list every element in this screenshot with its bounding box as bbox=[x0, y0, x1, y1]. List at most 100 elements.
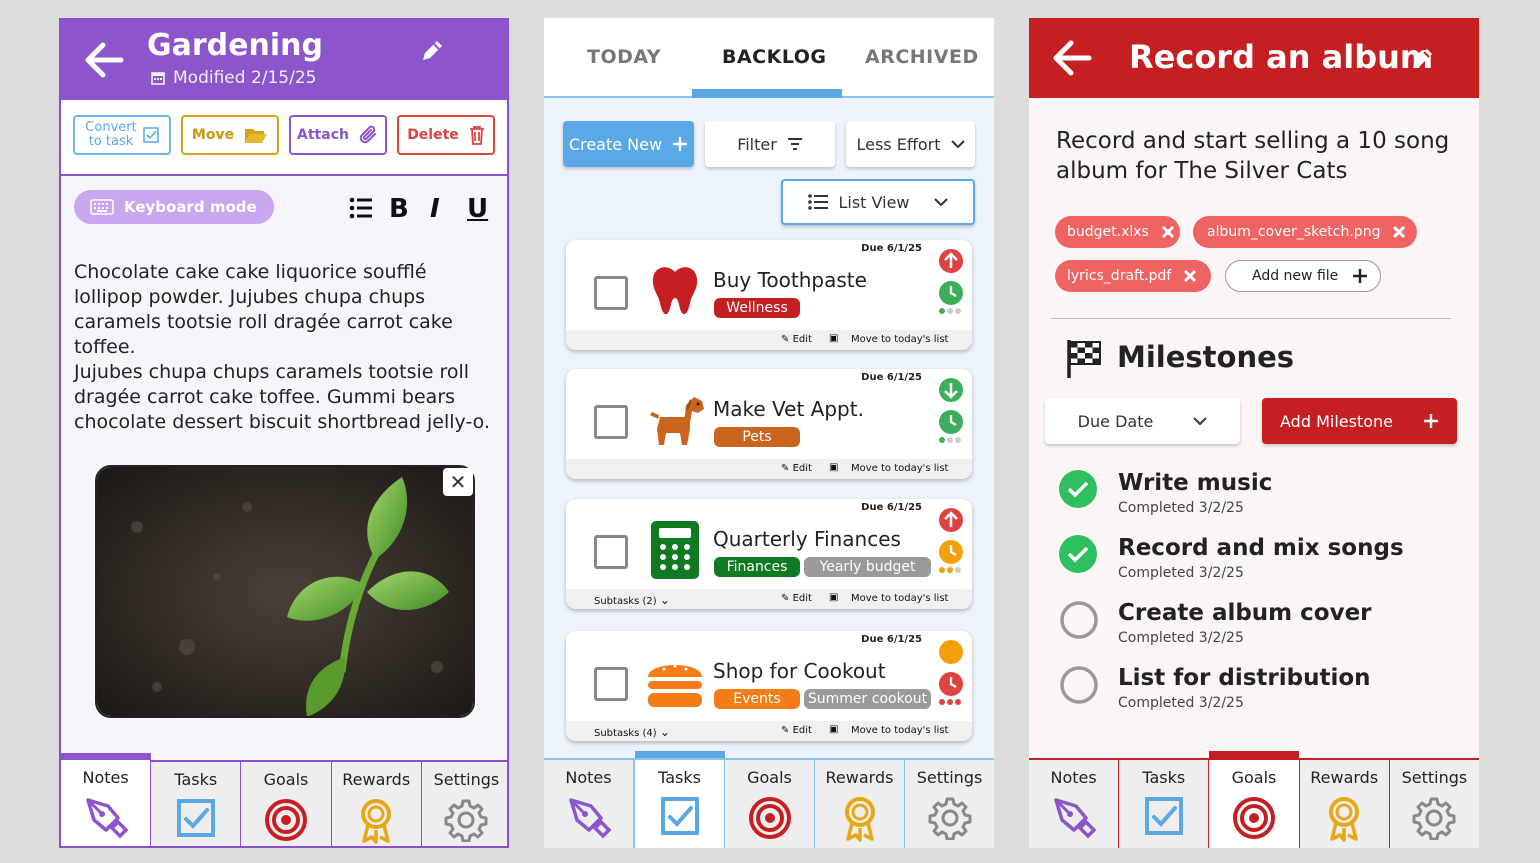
milestone-item[interactable]: List for distribution Completed 3/2/25 bbox=[1059, 665, 1371, 711]
subtasks-toggle[interactable]: Subtasks (4) ⌄ bbox=[594, 725, 670, 739]
chevron-down-icon bbox=[933, 197, 948, 206]
calendar-icon: ▣ bbox=[829, 724, 839, 735]
nav-notes[interactable]: Notes bbox=[1029, 760, 1120, 848]
nav-tasks[interactable]: Tasks bbox=[634, 751, 725, 848]
nav-rewards[interactable]: Rewards bbox=[815, 760, 905, 848]
task-card[interactable]: Due 6/1/25 Make Vet Appt. Pets ✎ Edit ▣ … bbox=[566, 369, 972, 479]
file-name: budget.xlxs bbox=[1067, 224, 1149, 240]
task-checkbox[interactable] bbox=[594, 276, 628, 310]
goal-description[interactable]: Record and start selling a 10 song album… bbox=[1056, 126, 1456, 186]
task-checkbox[interactable] bbox=[594, 667, 628, 701]
edit-label: Edit bbox=[792, 463, 812, 474]
underline-icon[interactable]: U bbox=[467, 194, 488, 224]
milestone-sort-dropdown[interactable]: Due Date bbox=[1045, 398, 1240, 444]
milestone-status: Completed 3/2/25 bbox=[1118, 630, 1244, 646]
empty-circle-icon[interactable] bbox=[1059, 665, 1099, 705]
nav-goals[interactable]: Goals bbox=[1209, 751, 1300, 848]
task-title: Buy Toothpaste bbox=[713, 268, 867, 292]
empty-circle-icon[interactable] bbox=[1059, 600, 1099, 640]
edit-link[interactable]: ✎ Edit bbox=[781, 593, 812, 604]
milestone-item[interactable]: Create album cover Completed 3/2/25 bbox=[1059, 600, 1372, 646]
note-paragraph-2[interactable]: Jujubes chupa chups caramels tootsie rol… bbox=[74, 360, 499, 435]
convert-to-task-button[interactable]: Convert to task bbox=[73, 115, 171, 155]
file-chip[interactable]: lyrics_draft.pdf bbox=[1055, 260, 1211, 292]
milestone-item[interactable]: Write music Completed 3/2/25 bbox=[1059, 470, 1272, 516]
chevron-down-icon: ⌄ bbox=[659, 593, 670, 607]
target-icon bbox=[1233, 797, 1275, 839]
add-milestone-button[interactable]: Add Milestone bbox=[1262, 398, 1457, 444]
move-to-today-link[interactable]: Move to today's list bbox=[851, 334, 948, 345]
nav-settings[interactable]: Settings bbox=[421, 760, 507, 846]
remove-file-icon[interactable] bbox=[1392, 225, 1406, 239]
move-to-today-link[interactable]: Move to today's list bbox=[851, 593, 948, 604]
close-image-icon[interactable]: ✕ bbox=[443, 468, 473, 496]
remove-file-icon[interactable] bbox=[1183, 269, 1197, 283]
nav-tasks-label: Tasks bbox=[1142, 768, 1186, 787]
calendar-icon: ▣ bbox=[829, 462, 839, 473]
nav-notes-label: Notes bbox=[82, 768, 129, 787]
back-arrow-icon[interactable] bbox=[83, 40, 125, 80]
nav-rewards-label: Rewards bbox=[1310, 768, 1379, 787]
nav-notes[interactable]: Notes bbox=[544, 760, 634, 848]
attach-button[interactable]: Attach bbox=[289, 115, 387, 155]
check-circle-icon[interactable] bbox=[1059, 470, 1097, 508]
tab-today[interactable]: TODAY bbox=[587, 46, 661, 68]
nav-settings[interactable]: Settings bbox=[905, 760, 994, 848]
edit-label: Edit bbox=[792, 725, 812, 736]
move-to-today-link[interactable]: Move to today's list bbox=[851, 463, 948, 474]
note-paragraph-1[interactable]: Chocolate cake cake liquorice soufflé lo… bbox=[74, 260, 499, 360]
edit-link[interactable]: ✎ Edit bbox=[781, 725, 812, 736]
nav-rewards[interactable]: Rewards bbox=[331, 760, 422, 846]
subtasks-toggle[interactable]: Subtasks (2) ⌄ bbox=[594, 593, 670, 607]
check-circle-icon[interactable] bbox=[1059, 535, 1097, 573]
file-chip[interactable]: budget.xlxs bbox=[1055, 216, 1180, 248]
active-tab-indicator bbox=[692, 89, 842, 98]
tab-backlog[interactable]: BACKLOG bbox=[722, 46, 827, 68]
nav-tasks[interactable]: Tasks bbox=[151, 760, 242, 846]
milestone-title: Write music bbox=[1118, 470, 1273, 496]
task-card[interactable]: Due 6/1/25 Quarterly Finances Finances Y… bbox=[566, 499, 972, 609]
add-file-button[interactable]: Add new file bbox=[1225, 260, 1381, 292]
paperclip-icon bbox=[359, 125, 376, 144]
filter-button[interactable]: Filter bbox=[705, 121, 835, 167]
task-action-bar: ✎ Edit ▣ Move to today's list bbox=[566, 459, 972, 479]
task-title: Quarterly Finances bbox=[713, 527, 901, 551]
milestone-sort-label: Due Date bbox=[1077, 411, 1154, 431]
remove-file-icon[interactable] bbox=[1161, 225, 1175, 239]
edit-link[interactable]: ✎ Edit bbox=[781, 463, 812, 474]
nav-goals-label: Goals bbox=[747, 768, 792, 787]
italic-icon[interactable]: I bbox=[430, 194, 440, 224]
milestone-item[interactable]: Record and mix songs Completed 3/2/25 bbox=[1059, 535, 1404, 581]
file-chip[interactable]: album_cover_sketch.png bbox=[1193, 216, 1417, 248]
nav-rewards[interactable]: Rewards bbox=[1300, 760, 1390, 848]
nav-notes[interactable]: Notes bbox=[61, 753, 152, 846]
nav-goals[interactable]: Goals bbox=[725, 760, 815, 848]
nav-notes-label: Notes bbox=[1050, 768, 1097, 787]
task-card[interactable]: Due 6/1/25 Buy Toothpaste Wellness ✎ Edi… bbox=[566, 240, 972, 350]
create-new-button[interactable]: Create New bbox=[563, 121, 694, 167]
delete-button[interactable]: Delete bbox=[397, 115, 495, 155]
keyboard-mode-toggle[interactable]: Keyboard mode bbox=[74, 190, 274, 224]
task-card[interactable]: Due 6/1/25 Shop for Cookout Events Summe… bbox=[566, 631, 972, 741]
bullet-list-icon[interactable] bbox=[349, 197, 373, 219]
task-checkbox[interactable] bbox=[594, 535, 628, 569]
subtasks-label: Subtasks (2) bbox=[594, 596, 657, 607]
back-arrow-icon[interactable] bbox=[1051, 38, 1093, 78]
tab-archived[interactable]: ARCHIVED bbox=[865, 46, 979, 68]
task-checkbox[interactable] bbox=[594, 405, 628, 439]
nav-goals[interactable]: Goals bbox=[241, 760, 332, 846]
effort-dots bbox=[939, 567, 961, 573]
edit-link[interactable]: ✎ Edit bbox=[781, 334, 812, 345]
pencil-icon[interactable] bbox=[1409, 46, 1435, 72]
note-title: Gardening bbox=[147, 28, 323, 63]
view-dropdown[interactable]: List View bbox=[781, 179, 975, 225]
nav-tasks[interactable]: Tasks bbox=[1119, 760, 1210, 848]
move-to-today-link[interactable]: Move to today's list bbox=[851, 725, 948, 736]
bold-icon[interactable]: B bbox=[389, 194, 409, 224]
list-icon bbox=[808, 194, 829, 210]
nav-settings[interactable]: Settings bbox=[1390, 760, 1479, 848]
move-button[interactable]: Move bbox=[181, 115, 279, 155]
pencil-icon[interactable] bbox=[419, 38, 445, 64]
sort-dropdown[interactable]: Less Effort bbox=[846, 121, 975, 167]
checkbox-icon bbox=[142, 127, 159, 143]
